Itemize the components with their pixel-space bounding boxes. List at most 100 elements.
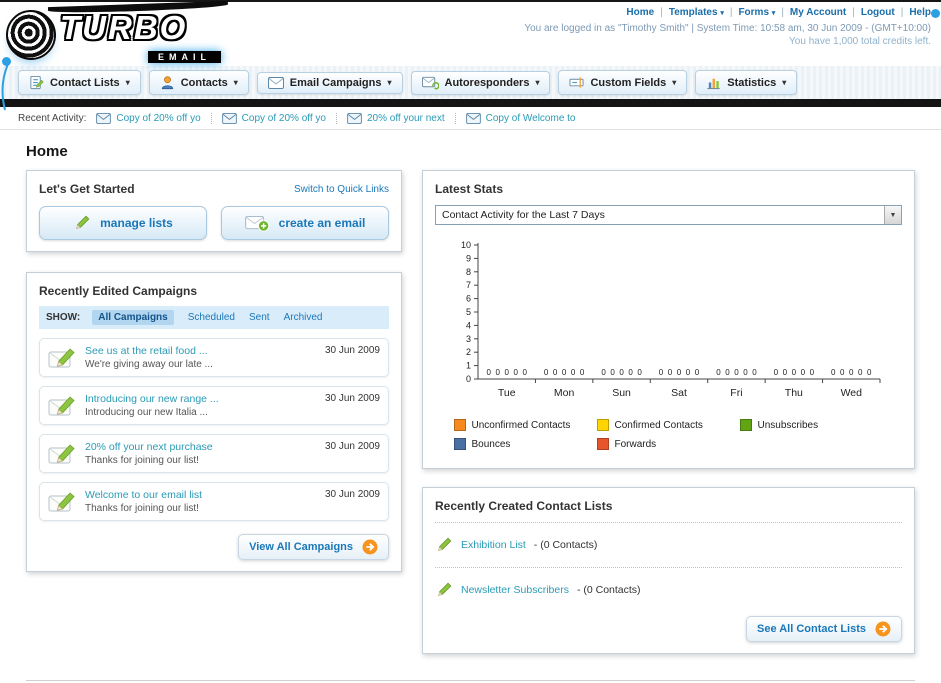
legend-swatch bbox=[453, 419, 466, 431]
app-logo: TURBO EMAIL bbox=[6, 5, 221, 65]
campaign-title-link[interactable]: See us at the retail food ... bbox=[85, 345, 316, 357]
edit-campaign-icon bbox=[48, 490, 76, 514]
recent-activity-link[interactable]: Copy of 20% off yo bbox=[242, 113, 326, 124]
legend-label: Bounces bbox=[471, 438, 511, 450]
campaign-item[interactable]: 20% off your next purchase Thanks for jo… bbox=[39, 434, 389, 473]
credits-info: You have 1,000 total credits left. bbox=[789, 36, 931, 47]
switch-quick-links-link[interactable]: Switch to Quick Links bbox=[294, 184, 389, 195]
latest-stats-title: Latest Stats bbox=[435, 182, 504, 196]
top-link-home[interactable]: Home bbox=[626, 7, 654, 18]
see-all-contact-lists-button[interactable]: See All Contact Lists bbox=[745, 616, 902, 642]
recent-activity-link[interactable]: Copy of 20% off yo bbox=[116, 113, 200, 124]
create-email-label: create an email bbox=[278, 216, 366, 230]
pencil-icon bbox=[73, 214, 91, 232]
manage-lists-button[interactable]: manage lists bbox=[39, 206, 207, 240]
stats-period-select[interactable]: Contact Activity for the Last 7 Days ▼ bbox=[435, 205, 902, 225]
campaign-title-link[interactable]: Introducing our new range ... bbox=[85, 393, 316, 405]
contact-list-link[interactable]: Newsletter Subscribers bbox=[461, 584, 569, 596]
top-link-my-account[interactable]: My Account bbox=[790, 7, 846, 18]
contacts-icon bbox=[160, 75, 175, 90]
campaign-date: 30 Jun 2009 bbox=[324, 345, 380, 356]
campaign-filter-tabs: All Campaigns Scheduled Sent Archived bbox=[92, 310, 322, 325]
arrow-circle-icon bbox=[875, 621, 891, 637]
campaign-item[interactable]: See us at the retail food ... We're givi… bbox=[39, 338, 389, 377]
campaign-item[interactable]: Welcome to our email list Thanks for joi… bbox=[39, 482, 389, 521]
contact-list-item[interactable]: Exhibition List - (0 Contacts) bbox=[435, 532, 902, 558]
svg-text:0: 0 bbox=[658, 368, 663, 377]
contact-lists-panel: Recently Created Contact Lists Exhibitio… bbox=[422, 487, 915, 654]
campaign-filter-strip: SHOW: All Campaigns Scheduled Sent Archived bbox=[39, 306, 389, 329]
chevron-down-icon: ▾ bbox=[387, 78, 392, 87]
svg-text:0: 0 bbox=[734, 368, 739, 377]
filter-tab-all-campaigns[interactable]: All Campaigns bbox=[92, 310, 174, 325]
campaign-item[interactable]: Introducing our new range ... Introducin… bbox=[39, 386, 389, 425]
create-email-button[interactable]: create an email bbox=[221, 206, 389, 240]
svg-text:6: 6 bbox=[465, 294, 470, 304]
edit-campaign-icon bbox=[48, 394, 76, 418]
svg-text:0: 0 bbox=[579, 368, 584, 377]
filter-tab-scheduled[interactable]: Scheduled bbox=[188, 312, 235, 323]
campaign-text: Introducing our new range ... Introducin… bbox=[85, 393, 316, 418]
campaign-title-link[interactable]: Welcome to our email list bbox=[85, 489, 316, 501]
separator: | bbox=[660, 7, 663, 18]
login-info: You are logged in as "Timothy Smith" | S… bbox=[524, 23, 931, 34]
recent-activity-items: Copy of 20% off yo Copy of 20% off yo 20… bbox=[96, 112, 586, 124]
legend-swatch bbox=[596, 438, 609, 450]
nav-tab-autoresponders[interactable]: Autoresponders ▾ bbox=[410, 70, 551, 95]
nav-tab-custom-fields[interactable]: Custom Fields ▾ bbox=[558, 70, 688, 95]
svg-text:4: 4 bbox=[465, 320, 470, 330]
campaign-title-link[interactable]: 20% off your next purchase bbox=[85, 441, 316, 453]
svg-text:Thu: Thu bbox=[784, 387, 802, 399]
legend-label: Forwards bbox=[614, 438, 657, 450]
svg-text:0: 0 bbox=[676, 368, 681, 377]
campaign-subtitle: We're giving away our late ... bbox=[85, 359, 213, 370]
svg-text:0: 0 bbox=[831, 368, 836, 377]
contact-list-link[interactable]: Exhibition List bbox=[461, 539, 526, 551]
annotation-trail bbox=[1, 64, 9, 111]
arrow-circle-icon bbox=[362, 539, 378, 555]
envelope-icon bbox=[96, 112, 112, 124]
chevron-down-icon: ▾ bbox=[535, 78, 540, 87]
contact-list-item[interactable]: Newsletter Subscribers - (0 Contacts) bbox=[435, 577, 902, 603]
legend-label: Confirmed Contacts bbox=[614, 419, 703, 431]
svg-text:10: 10 bbox=[460, 240, 470, 250]
top-link-templates[interactable]: Templates ▾ bbox=[669, 7, 724, 18]
svg-text:0: 0 bbox=[858, 368, 863, 377]
chart-legend: Unconfirmed Contacts Confirmed Contacts … bbox=[453, 419, 884, 457]
svg-text:0: 0 bbox=[504, 368, 509, 377]
top-link-logout[interactable]: Logout bbox=[861, 7, 895, 18]
nav-tab-label: Custom Fields bbox=[590, 76, 667, 89]
campaign-date: 30 Jun 2009 bbox=[324, 441, 380, 452]
nav-tab-email-campaigns[interactable]: Email Campaigns ▾ bbox=[256, 71, 403, 94]
recent-activity-link[interactable]: 20% off your next bbox=[367, 113, 445, 124]
campaign-subtitle: Introducing our new Italia ... bbox=[85, 407, 208, 418]
logo-text: TURBO EMAIL bbox=[60, 5, 221, 65]
svg-text:0: 0 bbox=[610, 368, 615, 377]
envelope-icon bbox=[465, 112, 481, 124]
main-content: Home Let's Get Started Switch to Quick L… bbox=[0, 143, 941, 681]
show-label: SHOW: bbox=[46, 312, 81, 323]
svg-text:0: 0 bbox=[800, 368, 805, 377]
svg-text:0: 0 bbox=[867, 368, 872, 377]
contact-list-detail: - (0 Contacts) bbox=[533, 539, 598, 551]
nav-tab-label: Autoresponders bbox=[444, 76, 530, 89]
recent-activity-link[interactable]: Copy of Welcome to bbox=[486, 113, 576, 124]
campaign-text: 20% off your next purchase Thanks for jo… bbox=[85, 441, 316, 466]
filter-tab-sent[interactable]: Sent bbox=[249, 312, 270, 323]
dotted-divider bbox=[435, 567, 902, 568]
legend-label: Unconfirmed Contacts bbox=[471, 419, 571, 431]
recent-activity-item: Copy of Welcome to bbox=[454, 112, 586, 124]
nav-tab-contacts[interactable]: Contacts ▾ bbox=[148, 70, 249, 95]
top-link-help[interactable]: Help bbox=[909, 7, 931, 18]
filter-tab-archived[interactable]: Archived bbox=[284, 312, 323, 323]
recent-activity-label: Recent Activity: bbox=[18, 112, 87, 124]
svg-text:Wed: Wed bbox=[840, 387, 862, 399]
svg-text:0: 0 bbox=[601, 368, 606, 377]
statistics-icon bbox=[706, 75, 721, 90]
view-all-campaigns-button[interactable]: View All Campaigns bbox=[238, 534, 389, 560]
nav-tab-statistics[interactable]: Statistics ▾ bbox=[695, 70, 798, 95]
svg-text:0: 0 bbox=[782, 368, 787, 377]
top-link-forms[interactable]: Forms ▾ bbox=[738, 7, 775, 18]
view-all-campaigns-label: View All Campaigns bbox=[249, 541, 353, 553]
nav-tab-contact-lists[interactable]: Contact Lists ▾ bbox=[18, 70, 141, 95]
